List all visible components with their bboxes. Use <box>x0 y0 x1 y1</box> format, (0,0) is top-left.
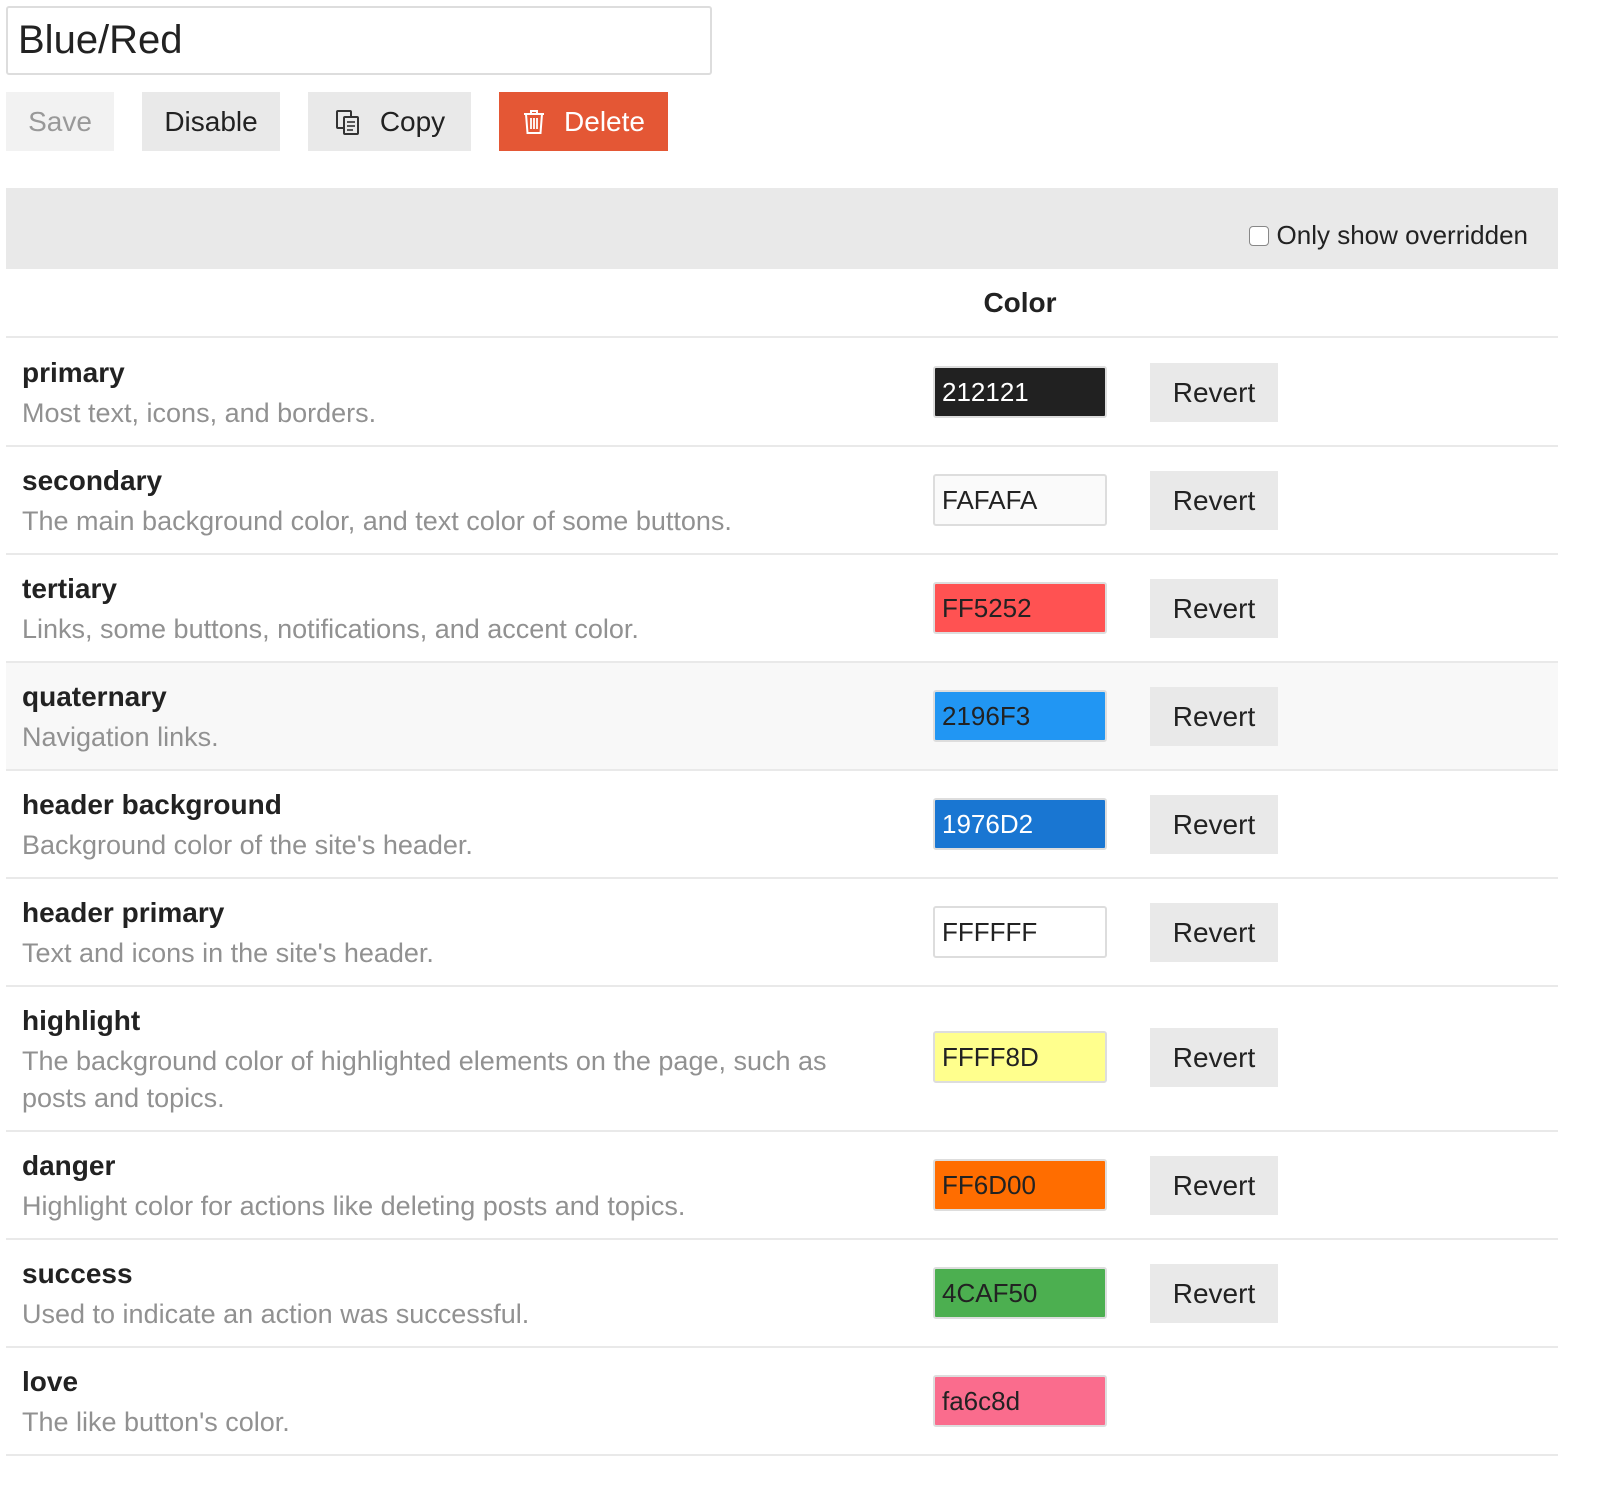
color-description: Highlight color for actions like deletin… <box>22 1191 686 1221</box>
color-input[interactable] <box>933 798 1107 850</box>
filter-bar: Only show overridden <box>6 188 1558 269</box>
revert-button-label: Revert <box>1172 808 1256 840</box>
copy-button-label: Copy <box>379 105 446 137</box>
revert-button[interactable]: Revert <box>1150 1156 1278 1215</box>
color-description: The background color of highlighted elem… <box>22 1046 827 1113</box>
color-name: danger <box>22 1150 116 1181</box>
color-row-secondary: secondary The main background color, and… <box>6 447 1558 555</box>
revert-button-label: Revert <box>1172 700 1256 732</box>
revert-button-label: Revert <box>1172 484 1256 516</box>
color-description: The like button's color. <box>22 1407 290 1437</box>
copy-button[interactable]: Copy <box>308 92 471 151</box>
color-row-love: love The like button's color. <box>6 1348 1558 1456</box>
color-name: primary <box>22 357 125 388</box>
delete-button-label: Delete <box>564 105 645 137</box>
color-input[interactable] <box>933 1267 1107 1319</box>
revert-button-label: Revert <box>1172 1277 1256 1309</box>
color-row-header-primary: header primary Text and icons in the sit… <box>6 879 1558 987</box>
color-name: love <box>22 1366 79 1397</box>
color-name: success <box>22 1258 133 1289</box>
color-name: quaternary <box>22 681 167 712</box>
delete-button[interactable]: Delete <box>499 92 668 151</box>
revert-button[interactable]: Revert <box>1150 363 1278 422</box>
color-name: highlight <box>22 1005 141 1036</box>
color-row-tertiary: tertiary Links, some buttons, notificati… <box>6 555 1558 663</box>
color-input[interactable] <box>933 474 1107 526</box>
only-show-overridden-toggle[interactable]: Only show overridden <box>1248 220 1528 251</box>
revert-button[interactable]: Revert <box>1150 1028 1278 1087</box>
color-name: header primary <box>22 897 225 928</box>
color-input[interactable] <box>933 906 1107 958</box>
revert-button[interactable]: Revert <box>1150 687 1278 746</box>
color-name: tertiary <box>22 573 117 604</box>
color-description: Links, some buttons, notifications, and … <box>22 614 639 644</box>
color-row-quaternary: quaternary Navigation links. Revert <box>6 663 1558 771</box>
disable-button-label: Disable <box>164 105 258 137</box>
scheme-name-input[interactable] <box>6 6 712 75</box>
revert-button-label: Revert <box>1172 1041 1256 1073</box>
color-description: Navigation links. <box>22 722 219 752</box>
revert-button[interactable]: Revert <box>1150 795 1278 854</box>
color-name: secondary <box>22 465 163 496</box>
color-row-success: success Used to indicate an action was s… <box>6 1240 1558 1348</box>
color-description: Most text, icons, and borders. <box>22 398 377 428</box>
revert-button-label: Revert <box>1172 592 1256 624</box>
revert-button[interactable]: Revert <box>1150 903 1278 962</box>
color-column-header: Color <box>983 287 1057 318</box>
color-input[interactable] <box>933 1159 1107 1211</box>
color-list: primary Most text, icons, and borders. R… <box>6 339 1558 1456</box>
color-input[interactable] <box>933 1031 1107 1083</box>
disable-button[interactable]: Disable <box>142 92 280 151</box>
color-description: Text and icons in the site's header. <box>22 938 434 968</box>
revert-button-label: Revert <box>1172 1169 1256 1201</box>
only-show-overridden-checkbox[interactable] <box>1248 225 1269 246</box>
table-header: Color <box>6 270 1558 338</box>
revert-button[interactable]: Revert <box>1150 579 1278 638</box>
revert-button-label: Revert <box>1172 376 1256 408</box>
revert-button[interactable]: Revert <box>1150 1264 1278 1323</box>
color-row-header-background: header background Background color of th… <box>6 771 1558 879</box>
revert-button-label: Revert <box>1172 916 1256 948</box>
copy-icon <box>334 108 362 136</box>
only-show-overridden-label: Only show overridden <box>1276 220 1528 250</box>
color-row-highlight: highlight The background color of highli… <box>6 987 1558 1132</box>
color-input[interactable] <box>933 366 1107 418</box>
color-row-primary: primary Most text, icons, and borders. R… <box>6 339 1558 447</box>
color-description: The main background color, and text colo… <box>22 506 732 536</box>
trash-icon <box>522 109 546 135</box>
save-button-label: Save <box>28 105 92 137</box>
color-input[interactable] <box>933 1375 1107 1427</box>
color-name: header background <box>22 789 282 820</box>
color-input[interactable] <box>933 582 1107 634</box>
color-input[interactable] <box>933 690 1107 742</box>
color-row-danger: danger Highlight color for actions like … <box>6 1132 1558 1240</box>
toolbar: Save Disable Copy Delete <box>6 92 668 151</box>
revert-button[interactable]: Revert <box>1150 471 1278 530</box>
color-description: Used to indicate an action was successfu… <box>22 1299 530 1329</box>
save-button[interactable]: Save <box>6 92 114 151</box>
color-description: Background color of the site's header. <box>22 830 473 860</box>
